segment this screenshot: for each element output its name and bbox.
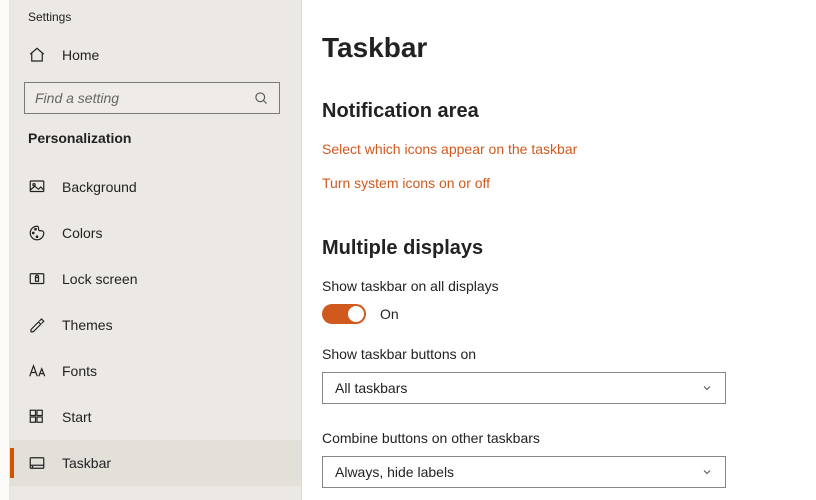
sidebar: Settings Home Personalization (10, 0, 302, 500)
dropdown-value: Always, hide labels (335, 464, 454, 480)
chevron-down-icon (701, 382, 713, 394)
sidebar-item-label: Themes (62, 317, 113, 333)
sidebar-item-start[interactable]: Start (10, 394, 301, 440)
section-heading: Notification area (322, 100, 796, 123)
main-panel: Taskbar Notification area Select which i… (302, 0, 816, 500)
search-input-container[interactable] (24, 82, 280, 114)
colors-icon (28, 224, 50, 242)
dropdown-combine-buttons[interactable]: Always, hide labels (322, 456, 726, 488)
nav-home[interactable]: Home (10, 38, 301, 72)
label-show-taskbar-all: Show taskbar on all displays (322, 278, 796, 294)
sidebar-item-lockscreen[interactable]: Lock screen (10, 256, 301, 302)
sidebar-item-label: Start (62, 409, 92, 425)
sidebar-item-themes[interactable]: Themes (10, 302, 301, 348)
link-select-icons[interactable]: Select which icons appear on the taskbar (322, 141, 577, 157)
toggle-state-text: On (380, 306, 399, 322)
left-edge-strip (0, 0, 10, 500)
label-combine-buttons: Combine buttons on other taskbars (322, 430, 796, 446)
sidebar-nav: Background Colors Lock screen (10, 164, 301, 486)
sidebar-item-background[interactable]: Background (10, 164, 301, 210)
lockscreen-icon (28, 270, 50, 288)
toggle-show-taskbar-all[interactable] (322, 304, 366, 324)
link-system-icons[interactable]: Turn system icons on or off (322, 175, 490, 191)
dropdown-value: All taskbars (335, 380, 407, 396)
search-icon (254, 91, 269, 106)
sidebar-item-label: Background (62, 179, 137, 195)
chevron-down-icon (701, 466, 713, 478)
fonts-icon (28, 362, 50, 380)
section-multiple-displays: Multiple displays Show taskbar on all di… (322, 237, 796, 488)
sidebar-item-taskbar[interactable]: Taskbar (10, 440, 301, 486)
sidebar-item-label: Colors (62, 225, 102, 241)
sidebar-item-label: Lock screen (62, 271, 137, 287)
sidebar-category: Personalization (10, 128, 301, 164)
sidebar-item-label: Taskbar (62, 455, 111, 471)
page-title: Taskbar (322, 32, 796, 64)
section-heading: Multiple displays (322, 237, 796, 260)
window-title: Settings (10, 8, 301, 38)
start-icon (28, 408, 50, 426)
taskbar-icon (28, 454, 50, 472)
home-icon (28, 46, 50, 64)
dropdown-show-buttons-on[interactable]: All taskbars (322, 372, 726, 404)
sidebar-item-label: Fonts (62, 363, 97, 379)
sidebar-item-colors[interactable]: Colors (10, 210, 301, 256)
nav-home-label: Home (62, 47, 99, 63)
background-icon (28, 178, 50, 196)
toggle-knob (348, 306, 364, 322)
label-show-buttons-on: Show taskbar buttons on (322, 346, 796, 362)
sidebar-item-fonts[interactable]: Fonts (10, 348, 301, 394)
search-input[interactable] (35, 90, 245, 106)
themes-icon (28, 316, 50, 334)
section-notification-area: Notification area Select which icons app… (322, 100, 796, 209)
